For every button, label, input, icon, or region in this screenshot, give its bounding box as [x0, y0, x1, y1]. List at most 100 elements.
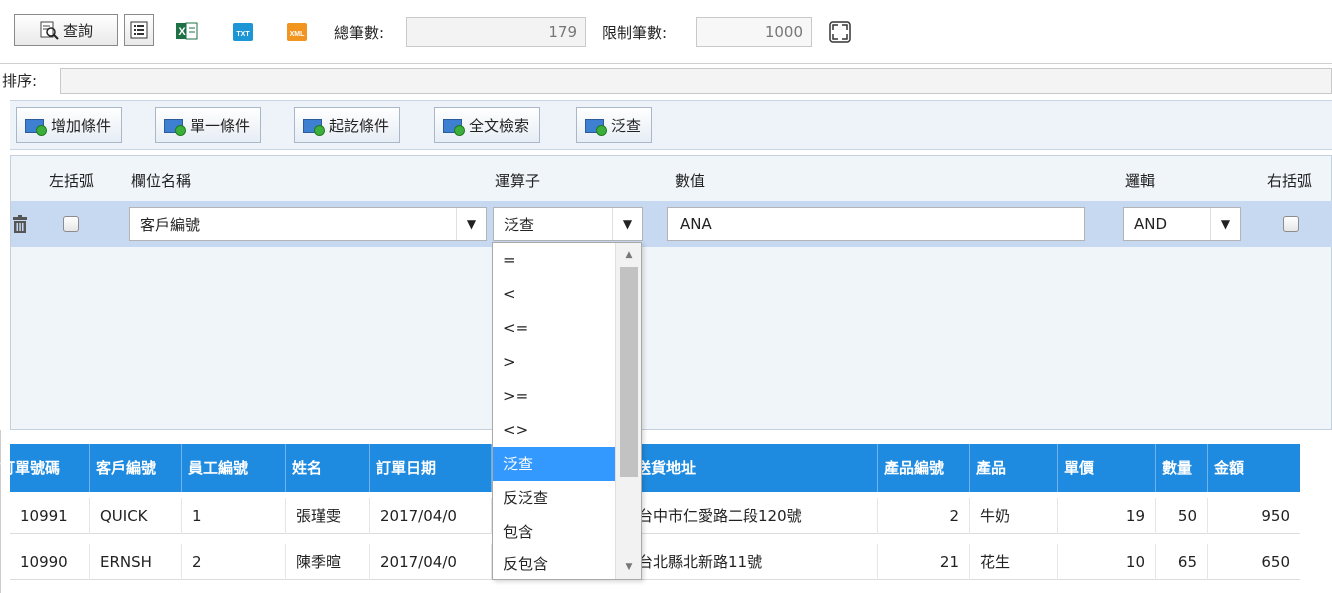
excel-icon[interactable]: X — [176, 21, 198, 41]
broad-search-label: 泛查 — [611, 116, 642, 135]
operator-option[interactable]: 反包含 — [493, 547, 615, 581]
cell-order-date: 2017/04/0 — [370, 498, 492, 534]
svg-text:XML: XML — [290, 31, 306, 38]
col-unit-price[interactable]: 單價 — [1058, 444, 1156, 492]
cell-product: 牛奶 — [970, 498, 1058, 534]
cell-customer-id: ERNSH — [90, 544, 182, 580]
col-amount[interactable]: 金額 — [1208, 444, 1300, 492]
header-logic: 邏輯 — [1125, 172, 1156, 190]
filter-panel: 左括弧 欄位名稱 運算子 數值 邏輯 右括弧 客戶編號 ▼ 泛查 ▼ ANA A… — [10, 155, 1332, 430]
query-label: 查詢 — [62, 21, 93, 40]
operator-option[interactable]: > — [493, 345, 615, 379]
field-select[interactable]: 客戶編號 ▼ — [129, 207, 487, 241]
svg-text:X: X — [178, 26, 186, 38]
cell-unit-price: 19 — [1058, 498, 1156, 534]
xml-icon[interactable]: XML — [286, 22, 308, 42]
cell-name: 陳季暄 — [286, 544, 370, 580]
add-condition-button[interactable]: 增加條件 — [16, 107, 123, 143]
header-right-paren: 右括弧 — [1267, 172, 1313, 190]
col-customer-id[interactable]: 客戶編號 — [90, 444, 182, 492]
limit-count-label: 限制筆數: — [602, 24, 668, 42]
cell-ship-address: 台中市仁愛路二段120號 — [634, 498, 878, 534]
chevron-down-icon: ▼ — [1210, 208, 1240, 240]
cell-order-id: 10990 — [10, 544, 90, 580]
svg-text:TXT: TXT — [236, 31, 250, 38]
scroll-down-icon[interactable]: ▼ — [616, 557, 642, 577]
operator-option[interactable]: <= — [493, 311, 615, 345]
txt-icon[interactable]: TXT — [232, 22, 254, 42]
col-quantity[interactable]: 數量 — [1156, 444, 1208, 492]
table-row[interactable]: 10991 QUICK 1 張瑾雯 2017/04/0 台中市仁愛路二段120號… — [10, 498, 1300, 534]
operator-option[interactable]: = — [493, 243, 615, 277]
scroll-up-icon[interactable]: ▲ — [616, 245, 642, 265]
total-count-label: 總筆數: — [334, 24, 385, 42]
chevron-down-icon: ▼ — [612, 208, 642, 240]
operator-select[interactable]: 泛查 ▼ — [493, 207, 643, 241]
cell-name: 張瑾雯 — [286, 498, 370, 534]
sort-input[interactable] — [60, 68, 1332, 94]
col-order-id[interactable]: 訂單號碼 — [0, 444, 90, 492]
cell-product-id: 2 — [878, 498, 970, 534]
limit-count-field[interactable]: 1000 — [696, 17, 812, 47]
operator-option[interactable]: 反泛查 — [493, 481, 615, 515]
toolbar: 查詢 X TXT XML 總筆數: 179 限制筆數: 1000 — [0, 0, 1332, 64]
operator-option[interactable]: >= — [493, 379, 615, 413]
trash-icon[interactable] — [13, 215, 27, 233]
cell-ship-address: 台北縣北新路11號 — [634, 544, 878, 580]
operator-option[interactable]: <> — [493, 413, 615, 447]
fulltext-search-button[interactable]: 全文檢索 — [434, 107, 541, 143]
list-button[interactable] — [124, 14, 154, 46]
single-condition-button[interactable]: 單一條件 — [155, 107, 262, 143]
scrollbar-thumb[interactable] — [620, 267, 638, 477]
cell-customer-id: QUICK — [90, 498, 182, 534]
col-name[interactable]: 姓名 — [286, 444, 370, 492]
broad-search-button[interactable]: 泛查 — [576, 107, 653, 143]
header-value: 數值 — [675, 172, 706, 190]
sort-row: 排序: — [0, 64, 1332, 98]
add-condition-label: 增加條件 — [51, 116, 112, 135]
chevron-down-icon: ▼ — [456, 208, 486, 240]
cell-employee-id: 2 — [182, 544, 286, 580]
add-condition-icon — [25, 117, 47, 136]
logic-select-value: AND — [1134, 215, 1168, 233]
fulltext-search-label: 全文檢索 — [469, 116, 530, 135]
cell-order-id: 10991 — [10, 498, 90, 534]
right-paren-checkbox[interactable] — [1283, 216, 1299, 232]
col-product[interactable]: 產品 — [970, 444, 1058, 492]
fullscreen-icon[interactable] — [828, 20, 852, 44]
operator-option[interactable]: < — [493, 277, 615, 311]
range-condition-button[interactable]: 起訖條件 — [294, 107, 401, 143]
dropdown-scrollbar[interactable]: ▲ ▼ — [615, 243, 641, 579]
grid-header: 訂單號碼 客戶編號 員工編號 姓名 訂單日期 送貨地址 產品編號 產品 單價 數… — [0, 444, 1300, 492]
cell-order-date: 2017/04/0 — [370, 544, 492, 580]
left-paren-checkbox[interactable] — [63, 216, 79, 232]
logic-select[interactable]: AND ▼ — [1123, 207, 1241, 241]
fulltext-search-icon — [443, 117, 465, 136]
col-product-id[interactable]: 產品編號 — [878, 444, 970, 492]
header-operator: 運算子 — [495, 172, 541, 190]
header-left-paren: 左括弧 — [49, 172, 95, 190]
cell-quantity: 65 — [1156, 544, 1208, 580]
single-condition-icon — [164, 117, 186, 136]
single-condition-label: 單一條件 — [190, 116, 251, 135]
field-select-value: 客戶編號 — [140, 215, 201, 234]
col-ship-address[interactable]: 送貨地址 — [630, 444, 878, 492]
table-row[interactable]: 10990 ERNSH 2 陳季暄 2017/04/0 台北縣北新路11號 21… — [10, 544, 1300, 580]
total-count-field: 179 — [406, 17, 586, 47]
col-order-date[interactable]: 訂單日期 — [370, 444, 492, 492]
condition-toolbar: 增加條件 單一條件 起訖條件 全文檢索 泛查 — [10, 100, 1332, 150]
data-grid: 訂單號碼 客戶編號 員工編號 姓名 訂單日期 送貨地址 產品編號 產品 單價 數… — [0, 444, 1300, 593]
cell-amount: 650 — [1261, 553, 1290, 571]
operator-option-selected[interactable]: 泛查 — [493, 447, 615, 481]
operator-dropdown-list[interactable]: = < <= > >= <> 泛查 反泛查 包含 反包含 ▲ ▼ — [492, 242, 642, 580]
filter-row: 客戶編號 ▼ 泛查 ▼ ANA AND ▼ — [11, 201, 1332, 247]
operator-select-value: 泛查 — [504, 215, 535, 234]
header-field-name: 欄位名稱 — [131, 172, 192, 190]
value-input[interactable]: ANA — [667, 207, 1085, 241]
query-icon — [40, 21, 59, 40]
operator-option[interactable]: 包含 — [493, 515, 615, 549]
query-button[interactable]: 查詢 — [14, 14, 118, 46]
range-condition-icon — [303, 117, 325, 136]
list-icon — [130, 21, 148, 39]
col-employee-id[interactable]: 員工編號 — [182, 444, 286, 492]
